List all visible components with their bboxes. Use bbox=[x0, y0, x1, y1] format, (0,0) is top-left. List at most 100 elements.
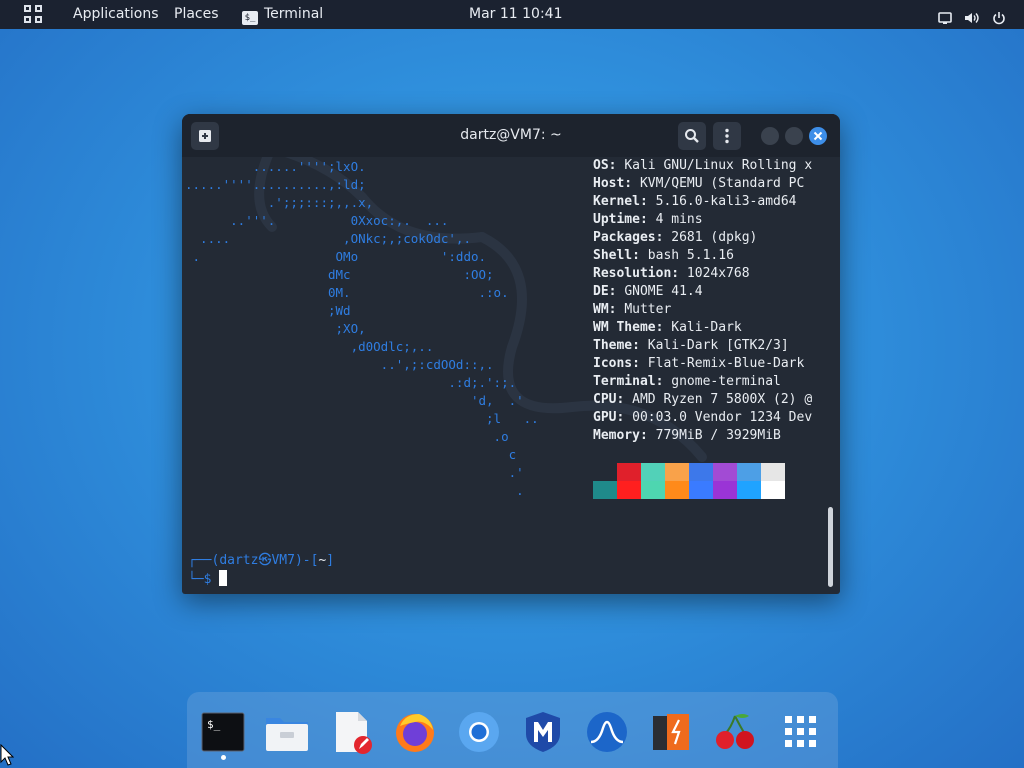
palette-swatch bbox=[737, 463, 761, 481]
prompt-bracket-end: ] bbox=[326, 553, 335, 568]
terminal-icon[interactable]: $_ bbox=[201, 710, 245, 754]
system-info: OS: Kali GNU/Linux Rolling x Host: KVM/QE… bbox=[593, 157, 840, 445]
info-key: Theme: bbox=[593, 338, 640, 353]
cherrytree-icon[interactable] bbox=[713, 710, 757, 754]
search-icon bbox=[685, 129, 699, 143]
info-value: bash 5.1.16 bbox=[647, 248, 734, 263]
palette-swatch bbox=[665, 463, 689, 481]
info-row: GPU: 00:03.0 Vendor 1234 Dev bbox=[593, 409, 840, 427]
dock: $_ bbox=[187, 692, 838, 768]
top-bar: Applications Places $_ Terminal Mar 11 10… bbox=[0, 0, 1024, 29]
palette-swatch bbox=[665, 481, 689, 499]
info-key: Icons: bbox=[593, 356, 640, 371]
info-key: Terminal: bbox=[593, 374, 664, 389]
palette-swatch bbox=[761, 481, 785, 499]
info-key: Shell: bbox=[593, 248, 640, 263]
palette-swatch bbox=[617, 481, 641, 499]
info-key: GPU: bbox=[593, 410, 625, 425]
palette-swatch bbox=[689, 463, 713, 481]
info-row: DE: GNOME 41.4 bbox=[593, 283, 840, 301]
info-value: 2681 (dpkg) bbox=[671, 230, 758, 245]
burpsuite-icon[interactable] bbox=[649, 710, 693, 754]
info-row: Resolution: 1024x768 bbox=[593, 265, 840, 283]
info-row: CPU: AMD Ryzen 7 5800X (2) @ bbox=[593, 391, 840, 409]
places-menu[interactable]: Places bbox=[174, 0, 219, 29]
search-button[interactable] bbox=[678, 122, 706, 150]
minimize-button[interactable] bbox=[761, 127, 779, 145]
info-value: Kali GNU/Linux Rolling x bbox=[624, 158, 813, 173]
active-app-menu[interactable]: $_ Terminal bbox=[242, 0, 323, 29]
palette-swatch bbox=[641, 481, 665, 499]
info-value: 5.16.0-kali3-amd64 bbox=[655, 194, 797, 209]
text-editor-icon[interactable] bbox=[329, 710, 373, 754]
chromium-icon[interactable] bbox=[457, 710, 501, 754]
volume-icon[interactable] bbox=[964, 7, 980, 23]
terminal-title: dartz@VM7: ~ bbox=[460, 127, 562, 143]
info-value: 4 mins bbox=[655, 212, 703, 227]
close-button[interactable] bbox=[809, 127, 827, 145]
info-row: Memory: 779MiB / 3929MiB bbox=[593, 427, 840, 445]
close-icon bbox=[813, 131, 823, 141]
terminal-headerbar[interactable]: dartz@VM7: ~ bbox=[182, 114, 840, 157]
scrollbar[interactable] bbox=[828, 507, 833, 587]
terminal-content[interactable]: ......'''';lxO. .....''''..........,:ld;… bbox=[182, 157, 840, 594]
clock[interactable]: Mar 11 10:41 bbox=[469, 0, 562, 29]
text-cursor bbox=[219, 570, 228, 586]
info-value: AMD Ryzen 7 5800X (2) @ bbox=[632, 392, 813, 407]
firefox-icon[interactable] bbox=[393, 710, 437, 754]
info-row: Kernel: 5.16.0-kali3-amd64 bbox=[593, 193, 840, 211]
palette-swatch bbox=[641, 463, 665, 481]
svg-text:$_: $_ bbox=[207, 718, 221, 731]
menu-button[interactable] bbox=[713, 122, 741, 150]
screen-icon[interactable] bbox=[938, 7, 954, 24]
info-row: WM: Mutter bbox=[593, 301, 840, 319]
info-key: Memory: bbox=[593, 428, 648, 443]
info-row: Host: KVM/QEMU (Standard PC bbox=[593, 175, 840, 193]
info-row: Uptime: 4 mins bbox=[593, 211, 840, 229]
palette-swatch bbox=[761, 463, 785, 481]
prompt-user-host: dartz㉿VM7 bbox=[219, 553, 295, 568]
info-row: Icons: Flat-Remix-Blue-Dark bbox=[593, 355, 840, 373]
terminal-window[interactable]: dartz@VM7: ~ ......'''';lxO. .....''''..… bbox=[182, 114, 840, 594]
kebab-menu-icon bbox=[725, 128, 729, 144]
mouse-pointer-icon bbox=[0, 744, 14, 766]
shell-prompt[interactable]: ┌──(dartz㉿VM7)-[~] └─$ bbox=[188, 552, 334, 589]
info-row: Shell: bash 5.1.16 bbox=[593, 247, 840, 265]
metasploit-icon[interactable] bbox=[521, 710, 565, 754]
info-value: gnome-terminal bbox=[671, 374, 781, 389]
show-apps-icon[interactable] bbox=[779, 710, 823, 754]
prompt-corner-bottom: └─ bbox=[188, 572, 204, 587]
info-value: Kali-Dark bbox=[671, 320, 742, 335]
palette-swatch bbox=[737, 481, 761, 499]
palette-swatch bbox=[689, 481, 713, 499]
info-key: Kernel: bbox=[593, 194, 648, 209]
info-row: WM Theme: Kali-Dark bbox=[593, 319, 840, 337]
applications-menu[interactable]: Applications bbox=[73, 0, 159, 29]
info-key: Uptime: bbox=[593, 212, 648, 227]
info-key: DE: bbox=[593, 284, 617, 299]
wireshark-icon[interactable] bbox=[585, 710, 629, 754]
info-value: 779MiB / 3929MiB bbox=[655, 428, 781, 443]
palette-swatch bbox=[593, 481, 617, 499]
info-row: OS: Kali GNU/Linux Rolling x bbox=[593, 157, 840, 175]
info-value: GNOME 41.4 bbox=[624, 284, 703, 299]
active-app-label: Terminal bbox=[264, 6, 324, 22]
maximize-button[interactable] bbox=[785, 127, 803, 145]
prompt-symbol: $ bbox=[203, 572, 212, 587]
info-value: 00:03.0 Vendor 1234 Dev bbox=[632, 410, 813, 425]
palette-swatch bbox=[617, 463, 641, 481]
kali-ascii-logo: ......'''';lxO. .....''''..........,:ld;… bbox=[185, 159, 539, 498]
files-icon[interactable] bbox=[265, 710, 309, 754]
terminal-app-icon: $_ bbox=[242, 11, 258, 25]
activities-grid-icon[interactable] bbox=[24, 5, 42, 23]
info-key: Packages: bbox=[593, 230, 664, 245]
info-key: CPU: bbox=[593, 392, 625, 407]
info-row: Theme: Kali-Dark [GTK2/3] bbox=[593, 337, 840, 355]
prompt-bracket: )-[ bbox=[294, 553, 319, 568]
palette-swatch bbox=[713, 481, 737, 499]
info-value: Kali-Dark [GTK2/3] bbox=[647, 338, 789, 353]
power-icon[interactable] bbox=[992, 7, 1008, 25]
prompt-corner: ┌──( bbox=[188, 553, 220, 568]
running-indicator bbox=[221, 755, 226, 760]
info-value: Flat-Remix-Blue-Dark bbox=[647, 356, 805, 371]
